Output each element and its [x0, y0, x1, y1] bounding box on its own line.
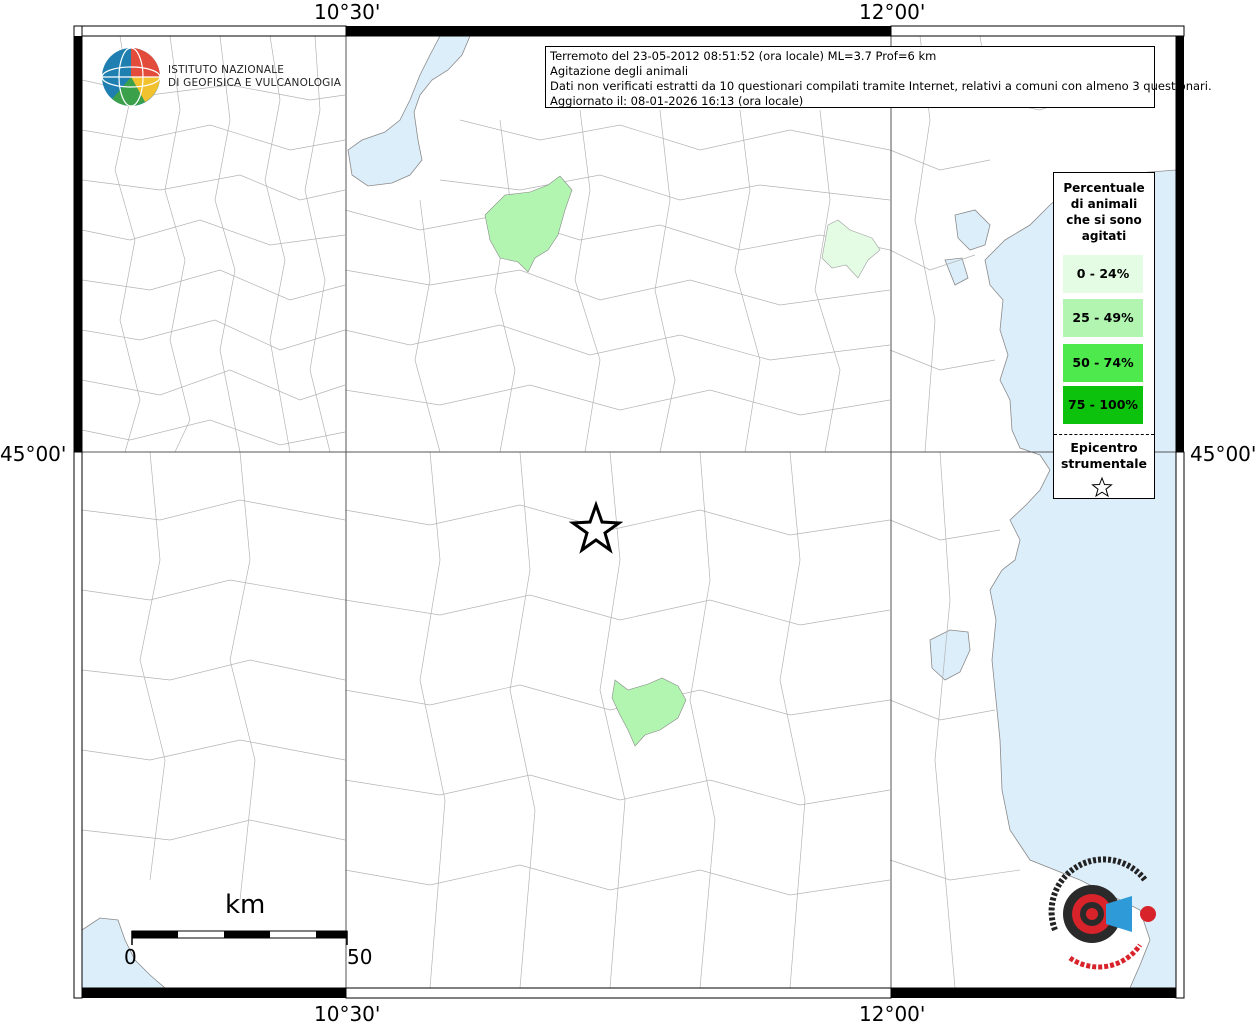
lon-label-top-right: 12°00'	[859, 0, 926, 24]
intensity-map	[73, 25, 1185, 999]
lon-label-bottom-left: 10°30'	[314, 1002, 381, 1026]
legend-star-icon	[1091, 476, 1113, 498]
event-info-line2: Agitazione degli animali	[550, 64, 689, 78]
ingv-logo-line2: DI GEOFISICA E VULCANOLOGIA	[168, 77, 342, 89]
scale-end-label: 50	[347, 945, 373, 969]
legend-title: Percentuale di animali che si sono agitati	[1063, 181, 1145, 243]
legend-separator	[1054, 434, 1154, 435]
ingv-logo-text: ISTITUTO NAZIONALE DI GEOFISICA E VULCAN…	[168, 64, 341, 90]
lon-label-bottom-right: 12°00'	[859, 1002, 926, 1026]
legend: Percentuale di animali che si sono agitati …	[1053, 172, 1155, 499]
lon-label-top-left: 10°30'	[314, 0, 381, 24]
event-info-line1: Terremoto del 23-05-2012 08:51:52 (ora l…	[550, 49, 937, 63]
event-info-line3: Dati non verificati estratti da 10 quest…	[550, 79, 1212, 93]
scale-start-label: 0	[124, 945, 137, 969]
ingv-logo-icon	[101, 47, 161, 107]
legend-class-3: 75 - 100%	[1063, 386, 1143, 424]
legend-epicenter-label: Epicentro strumentale	[1060, 440, 1148, 471]
legend-class-2: 50 - 74%	[1063, 344, 1143, 382]
event-info-box: Terremoto del 23-05-2012 08:51:52 (ora l…	[545, 46, 1212, 108]
event-info-line4: Aggiornato il: 08-01-2026 16:13 (ora loc…	[550, 94, 804, 108]
legend-class-1: 25 - 49%	[1063, 299, 1143, 337]
scale-unit-label: km	[225, 890, 266, 920]
legend-class-0: 0 - 24%	[1063, 255, 1143, 293]
ingv-logo-line1: ISTITUTO NAZIONALE	[168, 64, 285, 76]
lat-label-left: 45°00'	[0, 442, 67, 466]
lat-label-right: 45°00'	[1190, 442, 1256, 466]
